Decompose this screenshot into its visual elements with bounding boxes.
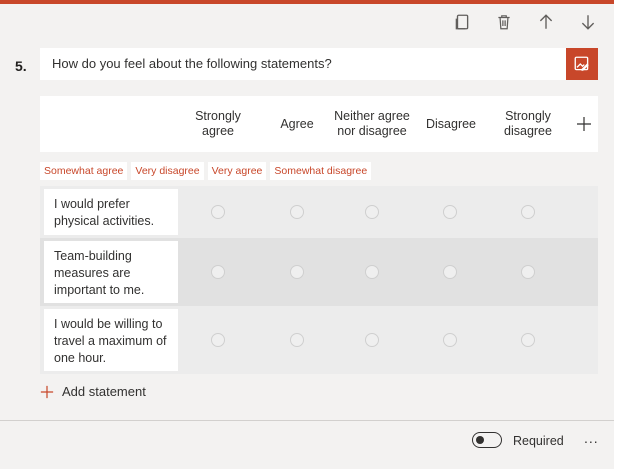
plus-icon: [40, 385, 54, 398]
radio-option[interactable]: [521, 265, 535, 279]
suggestion-very-disagree[interactable]: Very disagree: [131, 162, 204, 180]
suggestion-somewhat-disagree[interactable]: Somewhat disagree: [270, 162, 372, 180]
question-number: 5.: [15, 58, 27, 74]
column-strongly-agree[interactable]: Strongly agree: [178, 96, 258, 152]
suggestion-very-agree[interactable]: Very agree: [207, 162, 267, 180]
add-statement-button[interactable]: Add statement: [40, 384, 146, 399]
delete-icon[interactable]: [492, 10, 516, 34]
column-neither[interactable]: Neither agree nor disagree: [326, 96, 418, 152]
radio-option[interactable]: [443, 265, 457, 279]
statement-label[interactable]: I would prefer physical activities.: [44, 189, 178, 235]
required-toggle[interactable]: [472, 432, 502, 448]
radio-option[interactable]: [290, 205, 304, 219]
arrow-down-icon[interactable]: [576, 10, 600, 34]
radio-option[interactable]: [521, 205, 535, 219]
top-accent-bar: [0, 0, 614, 4]
copy-icon[interactable]: [450, 10, 474, 34]
toggle-knob: [476, 435, 484, 444]
insert-media-button[interactable]: [566, 48, 598, 80]
radio-option[interactable]: [443, 205, 457, 219]
statement-label[interactable]: I would be willing to travel a maximum o…: [44, 309, 178, 371]
statement-label[interactable]: Team-building measures are important to …: [44, 241, 178, 303]
plus-icon: [577, 117, 591, 131]
column-disagree[interactable]: Disagree: [418, 96, 484, 152]
image-edit-icon: [574, 56, 589, 71]
radio-option[interactable]: [365, 265, 379, 279]
suggested-options: Somewhat agree Very disagree Very agree …: [40, 162, 372, 180]
radio-option[interactable]: [365, 333, 379, 347]
statement-row: I would be willing to travel a maximum o…: [40, 306, 598, 374]
right-edge: [614, 0, 620, 469]
radio-option[interactable]: [521, 333, 535, 347]
question-toolbar: [450, 10, 600, 34]
column-strongly-disagree[interactable]: Strongly disagree: [490, 96, 566, 152]
suggestion-somewhat-agree[interactable]: Somewhat agree: [40, 162, 128, 180]
column-agree[interactable]: Agree: [268, 96, 326, 152]
statement-row: Team-building measures are important to …: [40, 238, 598, 306]
footer-divider: [0, 420, 614, 421]
radio-option[interactable]: [290, 265, 304, 279]
radio-option[interactable]: [211, 265, 225, 279]
add-statement-label: Add statement: [62, 384, 146, 399]
radio-option[interactable]: [290, 333, 304, 347]
more-options-button[interactable]: ...: [584, 430, 599, 446]
radio-option[interactable]: [443, 333, 457, 347]
arrow-up-icon[interactable]: [534, 10, 558, 34]
question-title-input[interactable]: How do you feel about the following stat…: [40, 48, 598, 80]
radio-option[interactable]: [365, 205, 379, 219]
required-label: Required: [513, 434, 564, 448]
radio-option[interactable]: [211, 205, 225, 219]
statement-row: I would prefer physical activities.: [40, 186, 598, 238]
add-column-button[interactable]: [570, 110, 598, 138]
likert-header-row: Strongly agree Agree Neither agree nor d…: [40, 96, 598, 152]
radio-option[interactable]: [211, 333, 225, 347]
